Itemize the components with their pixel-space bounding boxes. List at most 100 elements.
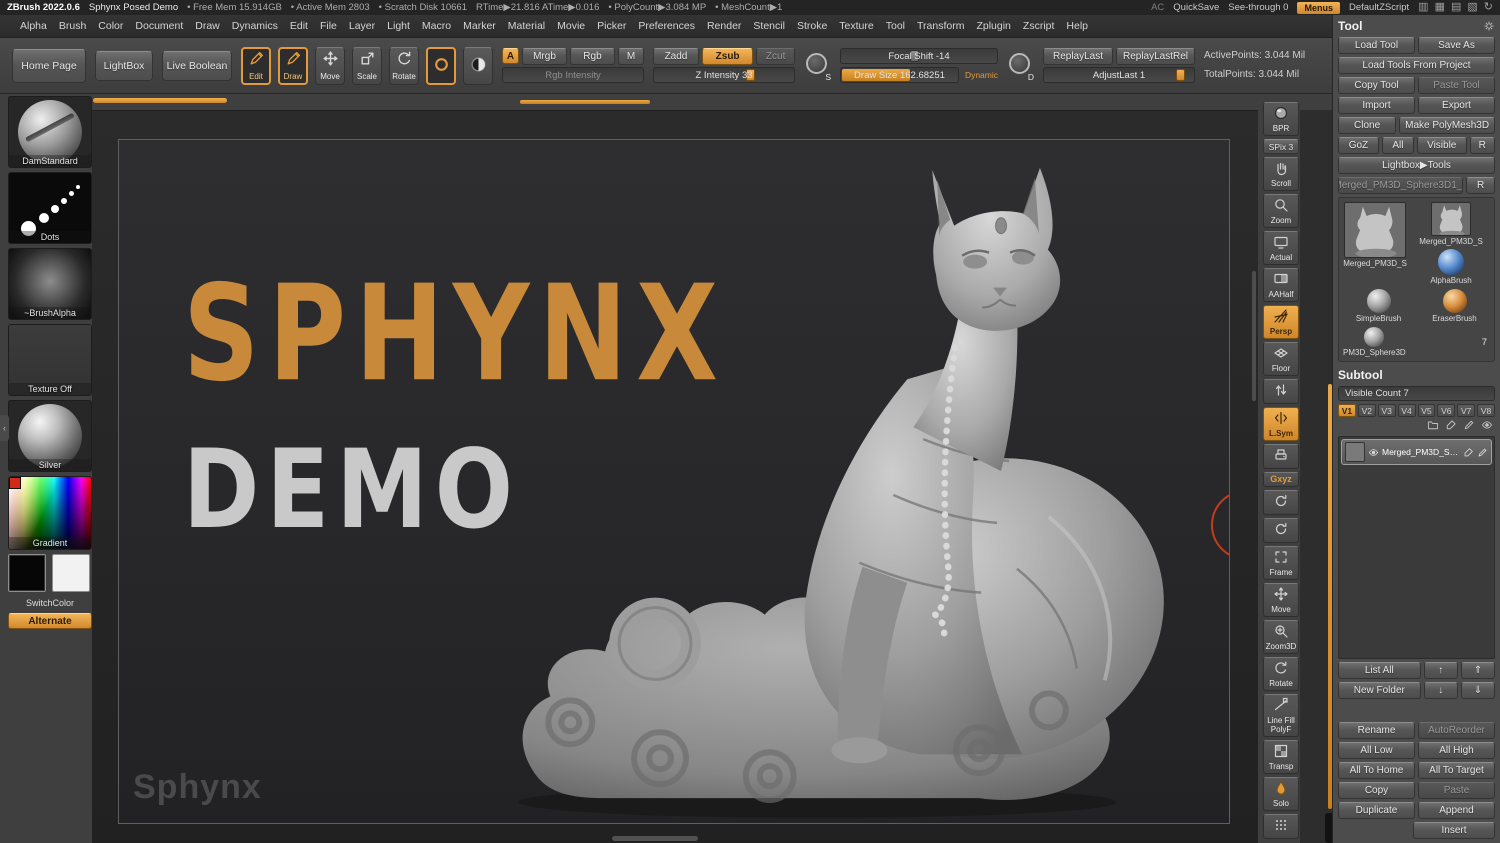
shelf-floor[interactable]: Floor [1263,342,1299,376]
paint-icon[interactable] [1445,419,1457,434]
mrgb-button[interactable]: Mrgb [522,48,567,65]
tool-thumb-eraserbrush[interactable]: EraserBrush [1419,289,1490,323]
shelf-zoom[interactable]: Zoom [1263,194,1299,228]
button-export[interactable]: Export [1418,97,1495,114]
menu-alpha[interactable]: Alpha [14,15,53,38]
shelf-rotate[interactable]: Rotate [1263,657,1299,691]
arrow-bottom-icon[interactable]: ⇓ [1461,682,1495,699]
menu-zplugin[interactable]: Zplugin [970,15,1016,38]
button-rename[interactable]: Rename [1338,722,1415,739]
menu-render[interactable]: Render [701,15,747,38]
button-all-high[interactable]: All High [1418,742,1495,759]
quicksave-button[interactable]: QuickSave [1173,2,1219,13]
arrow-up-icon[interactable]: ↑ [1424,662,1458,679]
lightbox-button[interactable]: LightBox [95,51,153,81]
menu-color[interactable]: Color [92,15,129,38]
adjust-last-handle[interactable] [1176,69,1185,81]
layout-rows-icon[interactable]: ▤ [1451,2,1461,13]
primary-color-swatch[interactable] [8,554,46,592]
visible-count-slider[interactable]: Visible Count 7 [1338,386,1495,401]
subtool-tab-v1[interactable]: V1 [1338,404,1356,417]
draw-size-slider[interactable]: Draw Size 162.68251 [840,67,959,83]
subtool-tab-v3[interactable]: V3 [1378,404,1396,417]
button-duplicate[interactable]: Duplicate [1338,802,1415,819]
material-selector[interactable]: Silver [8,400,92,472]
canvas-horizontal-scrollbar[interactable] [612,836,698,841]
shelf-l-sym[interactable]: L.Sym [1263,407,1299,441]
shelf-cycle[interactable] [1263,518,1299,543]
zadd-button[interactable]: Zadd [653,48,699,65]
menu-dynamics[interactable]: Dynamics [226,15,284,38]
button-import[interactable]: Import [1338,97,1415,114]
button-merged-pm3d-sphere3d1-2[interactable]: Merged_PM3D_Sphere3D1_2 [1338,177,1463,194]
menu-picker[interactable]: Picker [591,15,632,38]
shelf-line-fill[interactable]: Line FillPolyF [1263,694,1299,737]
shelf-device[interactable] [1263,444,1299,469]
live-boolean-button[interactable]: Live Boolean [162,51,232,81]
see-through-slider[interactable]: See-through 0 [1228,2,1288,13]
auto-assign-chip[interactable]: A [502,48,519,64]
zcut-button[interactable]: Zcut [756,48,795,65]
session-restore-icon[interactable]: ↻ [1484,2,1493,13]
tile-shade-sphere[interactable] [463,47,493,85]
subtool-tab-v8[interactable]: V8 [1477,404,1495,417]
button-all-to-home[interactable]: All To Home [1338,762,1415,779]
menu-macro[interactable]: Macro [416,15,457,38]
dynamic-curve-toggle[interactable]: D [1007,50,1034,82]
folder-icon[interactable] [1427,419,1439,434]
button-list-all[interactable]: List All [1338,662,1421,679]
menu-document[interactable]: Document [129,15,189,38]
menu-stencil[interactable]: Stencil [747,15,791,38]
replay-last-button[interactable]: ReplayLast [1043,48,1113,65]
stroke-selector[interactable]: Dots [8,172,92,244]
texture-selector[interactable]: Texture Off [8,324,92,396]
canvas-vertical-scrollbar[interactable] [1252,271,1256,401]
alternate-button[interactable]: Alternate [8,613,92,629]
menu-draw[interactable]: Draw [189,15,226,38]
arrow-top-icon[interactable]: ⇑ [1461,662,1495,679]
menu-tool[interactable]: Tool [880,15,911,38]
adjust-last-slider[interactable]: AdjustLast 1 [1043,67,1195,83]
button-visible[interactable]: Visible [1417,137,1467,154]
eye-icon[interactable] [1368,447,1379,458]
paint-icon[interactable] [1463,447,1474,458]
subtool-list[interactable]: Merged_PM3D_Sphere3D1_2 [1338,436,1495,659]
shelf-scroll[interactable]: Scroll [1263,157,1299,191]
tool-thumb-simplebrush[interactable]: SimpleBrush [1343,289,1414,323]
shelf-scrollbar[interactable] [520,100,650,104]
button-make-polymesh3d[interactable]: Make PolyMesh3D [1399,117,1495,134]
shelf-move[interactable]: Move [1263,583,1299,617]
button-all-low[interactable]: All Low [1338,742,1415,759]
subtool-tab-v4[interactable]: V4 [1398,404,1416,417]
shelf-persp[interactable]: Persp [1263,305,1299,339]
layout-columns-icon[interactable]: ▦ [1435,2,1445,13]
subtool-tab-v6[interactable]: V6 [1437,404,1455,417]
menu-light[interactable]: Light [381,15,416,38]
shelf-cycle[interactable] [1263,490,1299,515]
subtool-item[interactable]: Merged_PM3D_Sphere3D1_2 [1341,439,1492,465]
button-autoreorder[interactable]: AutoReorder [1418,722,1495,739]
panel-menu-icon[interactable] [1483,20,1495,32]
menu-brush[interactable]: Brush [53,15,92,38]
button-all-to-target[interactable]: All To Target [1418,762,1495,779]
shelf-frame[interactable]: Frame [1263,546,1299,580]
menu-movie[interactable]: Movie [551,15,591,38]
subtool-tab-v2[interactable]: V2 [1358,404,1376,417]
menu-edit[interactable]: Edit [284,15,314,38]
layout-grid-icon[interactable]: ▧ [1467,2,1477,13]
tile-rotate[interactable]: Rotate [389,47,419,85]
subtool-tab-v5[interactable]: V5 [1418,404,1436,417]
button-lightbox-tools[interactable]: Lightbox▶Tools [1338,157,1495,174]
menu-texture[interactable]: Texture [833,15,879,38]
shelf-zoom3d[interactable]: Zoom3D [1263,620,1299,654]
shelf-bpr[interactable]: BPR [1263,102,1299,136]
focal-shift-slider[interactable]: Focal Shift -14 [840,48,998,64]
rgb-button[interactable]: Rgb [570,48,615,65]
tool-thumb-alphabrush[interactable]: AlphaBrush [1412,249,1490,285]
menu-zscript[interactable]: Zscript [1017,15,1061,38]
replay-last-rel-button[interactable]: ReplayLastRel [1116,48,1195,65]
tile-edit[interactable]: Edit [241,47,271,85]
alpha-selector[interactable]: ~BrushAlpha [8,248,92,320]
arrow-down-icon[interactable]: ↓ [1424,682,1458,699]
eye-icon[interactable] [1481,419,1493,434]
